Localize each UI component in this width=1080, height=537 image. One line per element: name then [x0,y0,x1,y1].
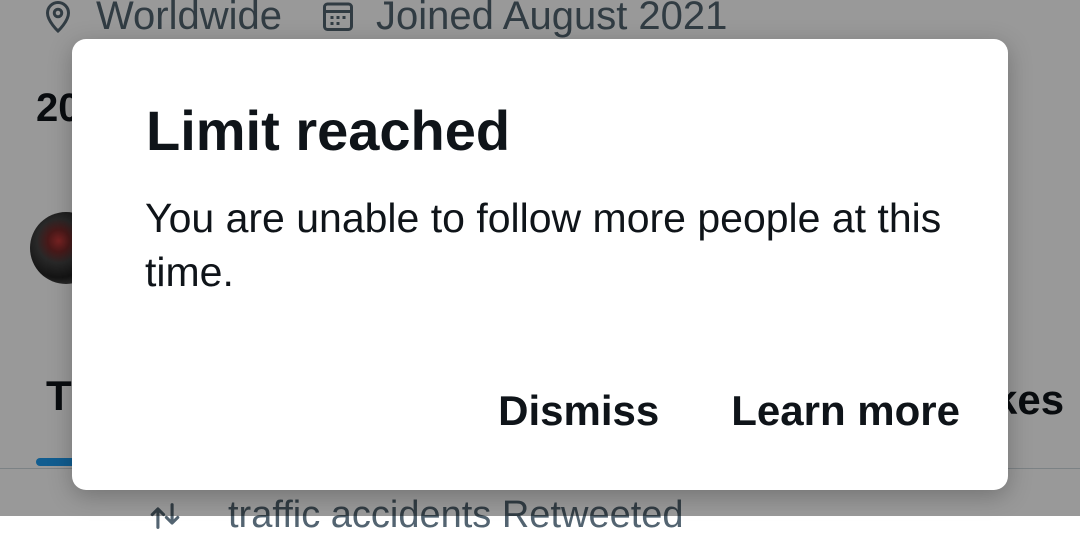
dialog-actions: Dismiss Learn more [498,383,960,439]
limit-reached-dialog: Limit reached You are unable to follow m… [72,39,1008,490]
learn-more-button[interactable]: Learn more [731,383,960,439]
dismiss-button[interactable]: Dismiss [498,383,659,439]
dialog-message: You are unable to follow more people at … [145,195,942,295]
dialog-title: Limit reached [146,99,511,162]
